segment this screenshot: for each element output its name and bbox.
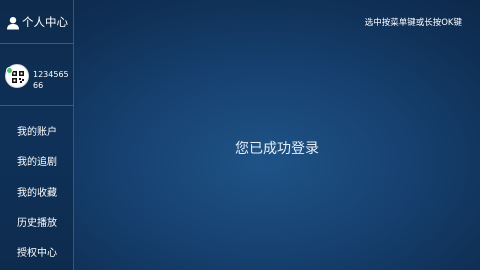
online-status-dot <box>6 67 13 74</box>
sidebar-item-authorization[interactable]: 授权中心 <box>0 242 74 266</box>
sidebar-title: 个人中心 <box>22 14 68 29</box>
sidebar-item-my-favorites[interactable]: 我的收藏 <box>0 182 74 206</box>
sidebar: 个人中心 123456566 我的账户 我的追剧 我的收藏 历史播放 授权中心 <box>0 0 74 270</box>
menu-hint: 选中按菜单键或长按OK键 <box>364 18 462 28</box>
sidebar-item-my-series[interactable]: 我的追剧 <box>0 151 74 175</box>
login-success-message: 您已成功登录 <box>235 141 319 157</box>
user-profile[interactable]: 123456566 <box>0 44 74 106</box>
sidebar-item-my-account[interactable]: 我的账户 <box>0 121 74 145</box>
user-id: 123456566 <box>33 70 69 90</box>
sidebar-item-history[interactable]: 历史播放 <box>0 212 74 236</box>
person-icon <box>6 15 20 29</box>
sidebar-header: 个人中心 <box>0 0 74 44</box>
